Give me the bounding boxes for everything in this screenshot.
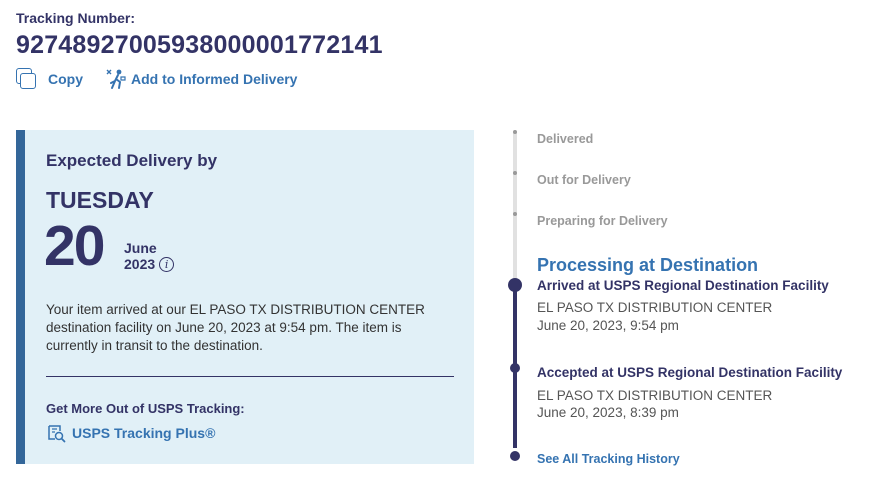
- timeline-line-pending: [513, 132, 517, 284]
- timeline-dot-out-for-delivery: [513, 171, 517, 175]
- delivery-year-row: 2023 i: [124, 256, 175, 272]
- event-date: June 20, 2023, 8:39 pm: [537, 405, 679, 420]
- delivery-description: Your item arrived at our EL PASO TX DIST…: [46, 302, 425, 353]
- timeline-dot-current: [508, 278, 522, 292]
- timeline-dot-preparing: [513, 212, 517, 216]
- step-preparing-for-delivery: Preparing for Delivery: [537, 214, 668, 228]
- usps-tracking-plus-link[interactable]: USPS Tracking Plus ®: [46, 423, 215, 443]
- tracking-number: 92748927005938000001772141: [16, 31, 383, 59]
- expected-delivery-title: Expected Delivery by: [46, 151, 218, 170]
- delivery-month: June: [124, 240, 157, 256]
- copy-icon: [16, 68, 40, 90]
- event-title: Arrived at USPS Regional Destination Fac…: [537, 278, 829, 293]
- tracking-label: Tracking Number:: [16, 10, 136, 26]
- step-out-for-delivery: Out for Delivery: [537, 173, 631, 187]
- delivery-weekday: TUESDAY: [46, 187, 154, 213]
- tracking-plus-label: USPS Tracking Plus: [72, 425, 206, 441]
- registered-mark: ®: [205, 425, 216, 441]
- copy-label: Copy: [48, 71, 83, 87]
- event-location: EL PASO TX DISTRIBUTION CENTER: [537, 388, 773, 403]
- card-divider: [46, 376, 454, 377]
- add-informed-delivery-button[interactable]: Add to Informed Delivery: [83, 68, 297, 90]
- step-delivered: Delivered: [537, 132, 594, 146]
- current-status-title: Processing at Destination: [537, 255, 759, 275]
- event-location: EL PASO TX DISTRIBUTION CENTER: [537, 300, 773, 315]
- copy-button[interactable]: Copy: [16, 68, 83, 90]
- event-title: Accepted at USPS Regional Destination Fa…: [537, 365, 843, 380]
- delivery-year: 2023: [124, 256, 156, 272]
- delivery-day: 20: [44, 214, 105, 278]
- timeline-dot-history: [510, 451, 520, 461]
- timeline-dot-accepted: [510, 363, 520, 373]
- event-date: June 20, 2023, 9:54 pm: [537, 318, 679, 333]
- tracking-actions: Copy Add to Informed Delivery: [16, 68, 297, 90]
- info-icon[interactable]: i: [159, 256, 175, 272]
- see-all-tracking-history-link[interactable]: See All Tracking History: [537, 452, 680, 466]
- expected-delivery-card: Expected Delivery by TUESDAY 20 June 202…: [16, 130, 474, 464]
- tracking-plus-icon: [48, 425, 66, 443]
- informed-delivery-label: Add to Informed Delivery: [131, 71, 298, 87]
- informed-delivery-icon: [106, 69, 126, 89]
- more-tracking-title: Get More Out of USPS Tracking:: [46, 401, 245, 416]
- timeline-dot-delivered: [513, 130, 517, 134]
